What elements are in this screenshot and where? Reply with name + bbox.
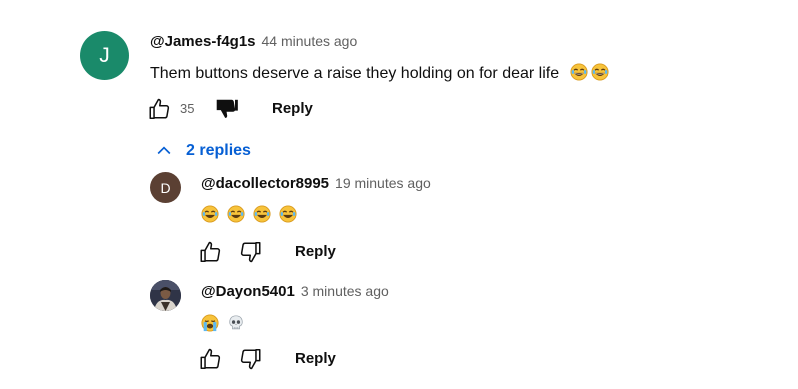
joy-emoji-icon (253, 205, 271, 223)
avatar-photo-image (150, 280, 181, 311)
thumbs-up-icon (149, 98, 170, 119)
like-count: 35 (180, 101, 195, 116)
avatar-letter: D (160, 179, 171, 196)
reply-header: @dacollector8995 19 minutes ago (201, 175, 431, 193)
thumbs-up-icon (200, 348, 221, 369)
comment-timestamp[interactable]: 44 minutes ago (262, 33, 358, 49)
avatar-letter: J (99, 43, 110, 67)
dislike-button[interactable] (237, 239, 263, 265)
replies-toggle[interactable]: 2 replies (154, 141, 251, 161)
replies-toggle-label: 2 replies (186, 142, 251, 159)
loudly-crying-emoji-icon (201, 314, 219, 332)
comment-text-row: Them buttons deserve a raise they holdin… (150, 63, 612, 83)
dislike-button[interactable] (214, 96, 240, 122)
chevron-up-icon (157, 146, 171, 155)
reply-button[interactable]: Reply (272, 100, 313, 117)
dislike-button[interactable] (237, 346, 263, 372)
like-button[interactable] (198, 239, 224, 265)
joy-emoji-icon (591, 63, 609, 81)
comment-text: Them buttons deserve a raise they holdin… (150, 65, 560, 82)
like-button[interactable] (198, 346, 224, 372)
thumbs-up-icon (200, 241, 221, 262)
reply-text-row (201, 205, 300, 225)
thumbs-down-icon (240, 349, 261, 370)
joy-emoji-icon (227, 205, 245, 223)
reply-author-handle[interactable]: @Dayon5401 (201, 283, 295, 300)
thumbs-down-filled-icon (216, 99, 238, 118)
joy-emoji-icon (279, 205, 297, 223)
reply-text-row (201, 314, 248, 334)
avatar[interactable] (150, 280, 181, 311)
avatar[interactable]: J (80, 31, 129, 80)
avatar[interactable]: D (150, 172, 181, 203)
joy-emoji-icon (570, 63, 588, 81)
thumbs-down-icon (240, 242, 261, 263)
reply-timestamp[interactable]: 3 minutes ago (301, 283, 389, 299)
like-button[interactable] (147, 96, 173, 122)
comment-header: @James-f4g1s 44 minutes ago (150, 33, 357, 51)
reply-author-handle[interactable]: @dacollector8995 (201, 175, 329, 192)
reply-button[interactable]: Reply (295, 350, 336, 367)
reply-timestamp[interactable]: 19 minutes ago (335, 175, 431, 191)
reply-button[interactable]: Reply (295, 243, 336, 260)
skull-emoji-icon (229, 315, 243, 330)
reply-header: @Dayon5401 3 minutes ago (201, 283, 389, 301)
joy-emoji-icon (201, 205, 219, 223)
comment-author-handle[interactable]: @James-f4g1s (150, 33, 256, 50)
